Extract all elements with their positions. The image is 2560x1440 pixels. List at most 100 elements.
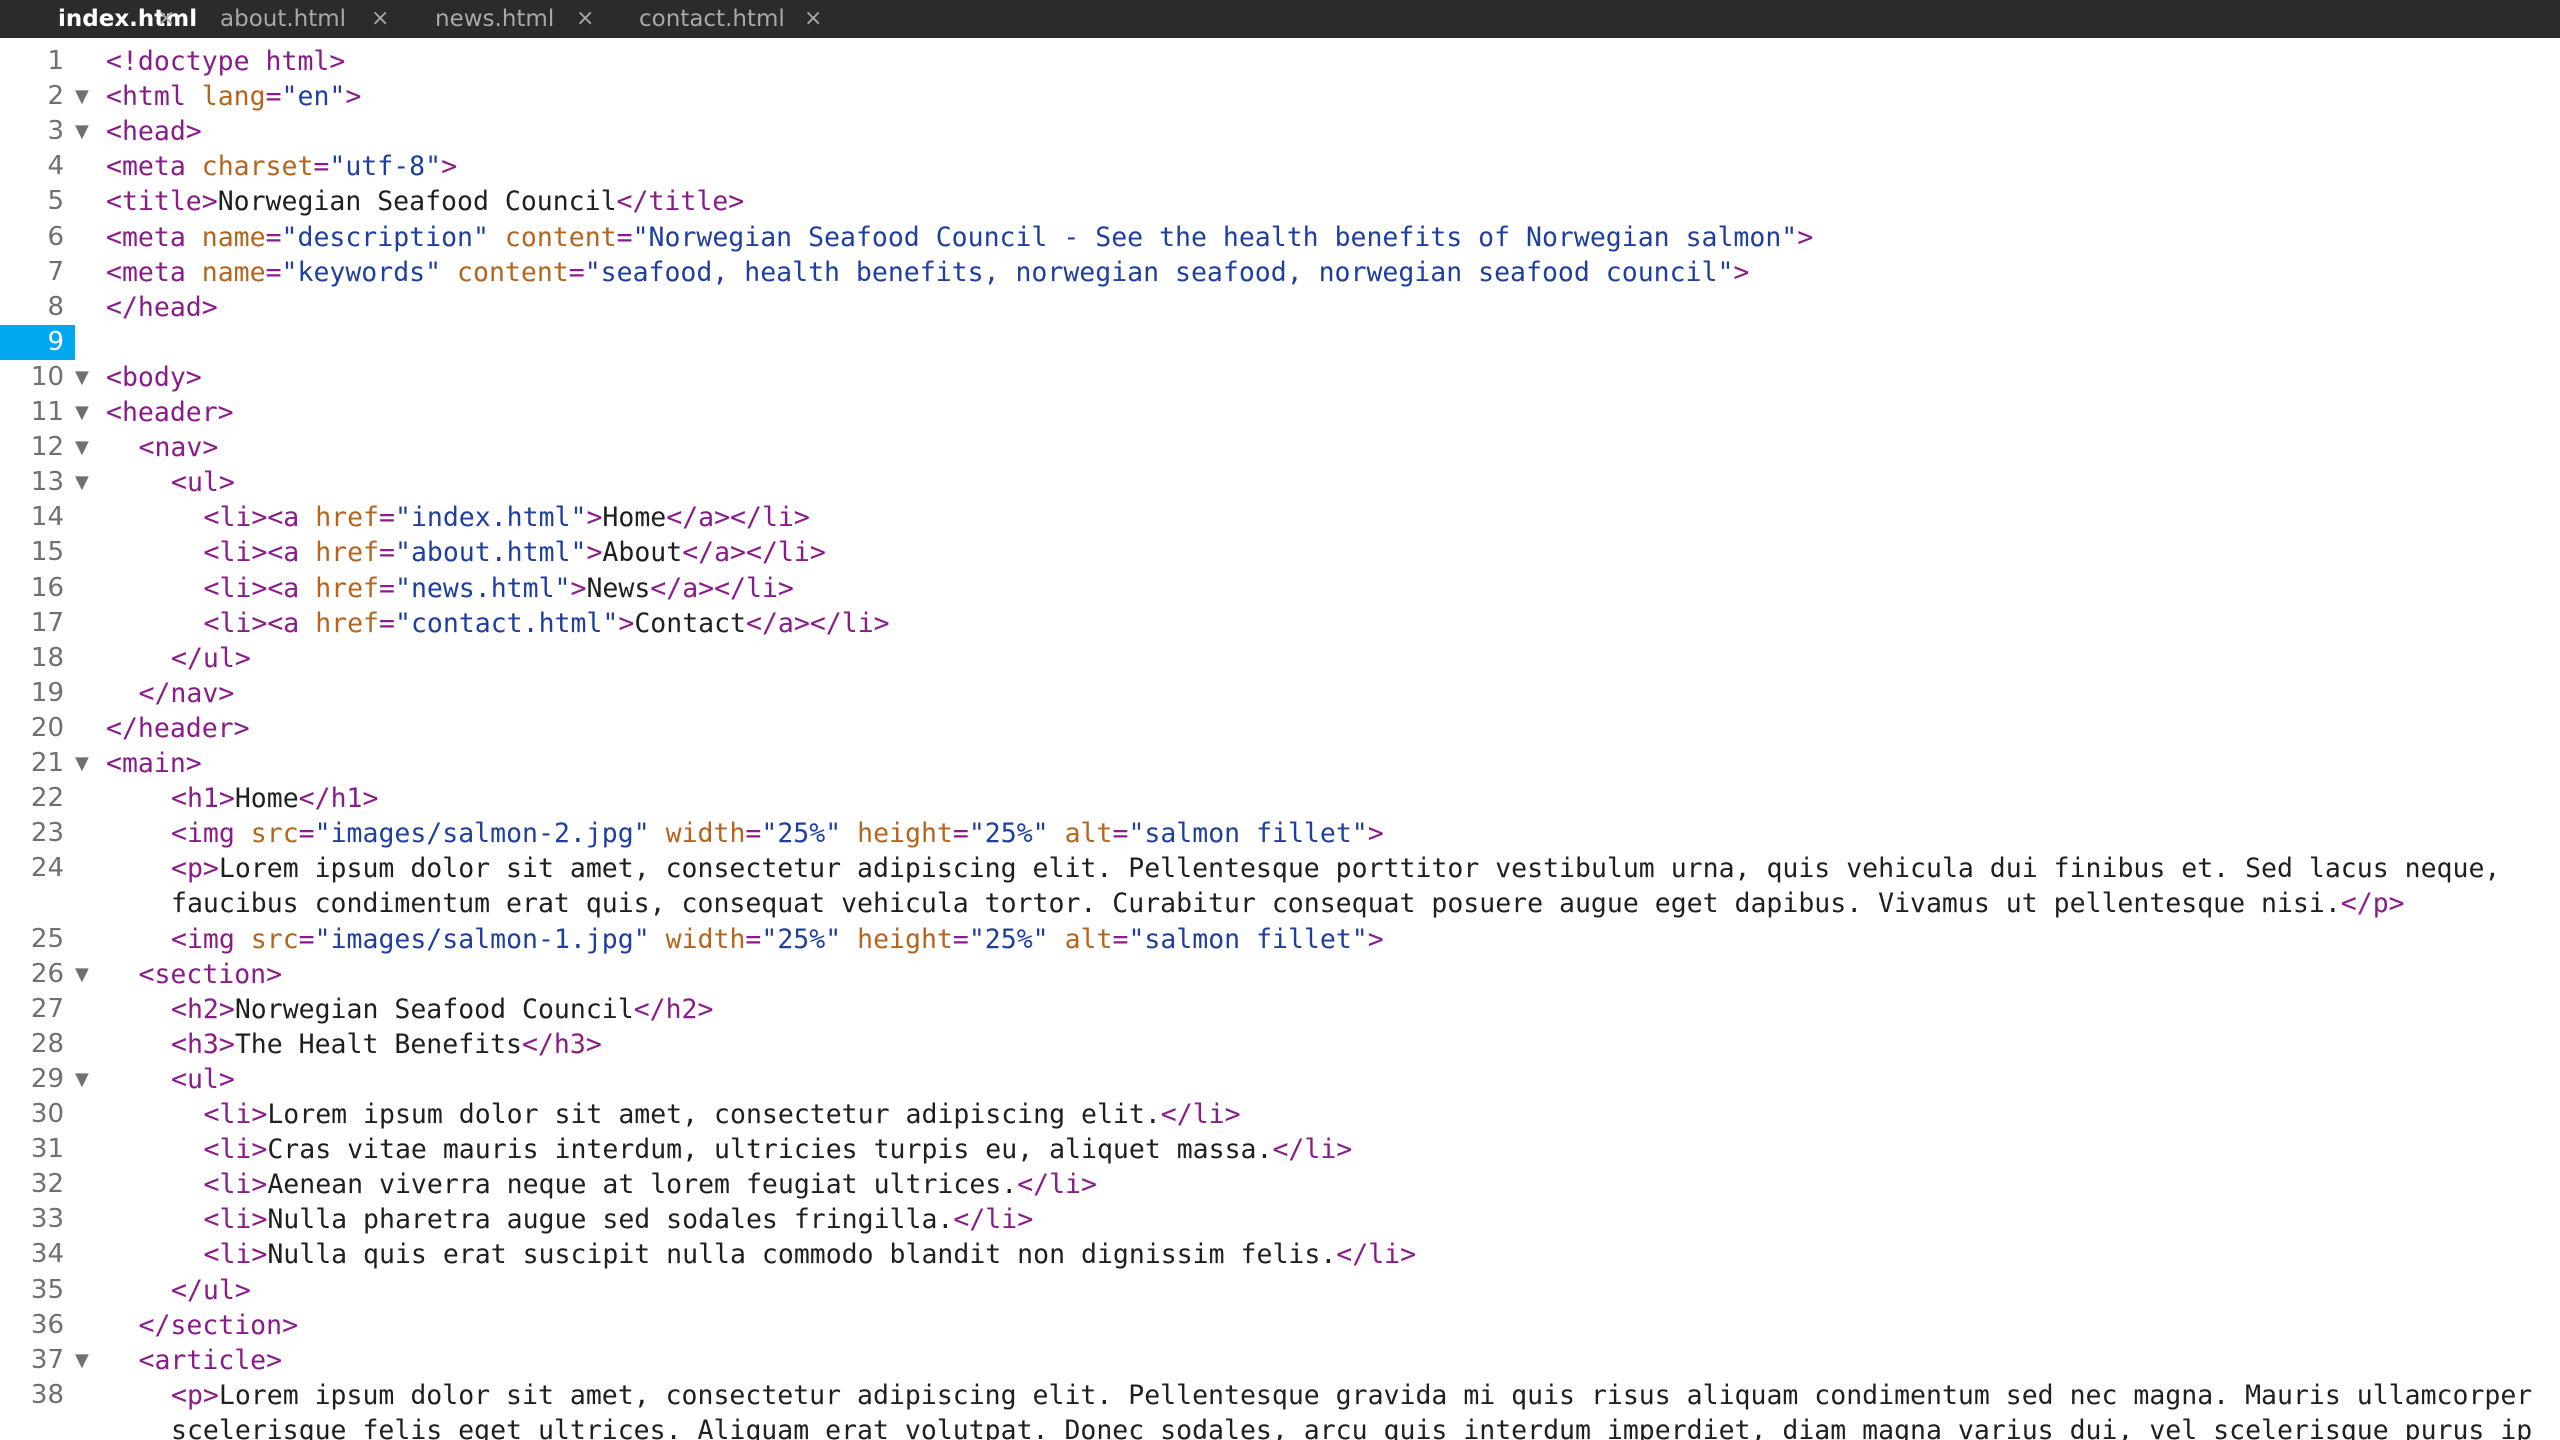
fold-arrow-icon[interactable]: ▼ [75, 79, 95, 114]
attribute-token: name [202, 257, 266, 288]
string-token: "25%" [969, 818, 1049, 849]
code-line[interactable]: 15<li><a href="about.html">About</a></li… [0, 535, 2560, 570]
code-line[interactable]: 13▼<ul> [0, 465, 2560, 500]
line-number: 12 [0, 430, 64, 465]
code-line[interactable]: 34<li>Nulla quis erat suscipit nulla com… [0, 1237, 2560, 1272]
fold-arrow-icon[interactable]: ▼ [75, 465, 95, 500]
close-icon[interactable]: × [576, 0, 594, 38]
tag-token: </li> [1017, 1169, 1097, 1200]
tab-contact[interactable]: contact.html× [639, 0, 826, 38]
tag-token: > [570, 573, 586, 604]
tag-token: > [618, 608, 634, 639]
attribute-token: content [457, 257, 569, 288]
code-text: <h3>The Healt Benefits</h3> [171, 1027, 602, 1062]
code-text: <img src="images/salmon-1.jpg" width="25… [171, 922, 1384, 957]
code-line[interactable]: 12▼<nav> [0, 430, 2560, 465]
code-line[interactable]: 9 [0, 325, 2560, 360]
code-line[interactable]: 23<img src="images/salmon-2.jpg" width="… [0, 816, 2560, 851]
line-number: 35 [0, 1273, 64, 1308]
code-line[interactable]: 11▼<header> [0, 395, 2560, 430]
code-line[interactable]: 21▼<main> [0, 746, 2560, 781]
tag-token [441, 257, 457, 288]
code-line[interactable]: 16<li><a href="news.html">News</a></li> [0, 571, 2560, 606]
code-text: <p>Lorem ipsum dolor sit amet, consectet… [171, 851, 2500, 886]
string-token: "news.html" [395, 573, 571, 604]
code-text: <p>Lorem ipsum dolor sit amet, consectet… [171, 1378, 2532, 1413]
string-token: "images/salmon-2.jpg" [315, 818, 650, 849]
close-icon[interactable]: × [804, 0, 822, 38]
fold-arrow-icon[interactable]: ▼ [75, 746, 95, 781]
code-line[interactable]: 32<li>Aenean viverra neque at lorem feug… [0, 1167, 2560, 1202]
tag-token: <main> [106, 748, 202, 779]
tab-about[interactable]: about.html× [220, 0, 393, 38]
attribute-token: lang [202, 81, 266, 112]
code-line[interactable]: 8</head> [0, 290, 2560, 325]
tab-index[interactable]: index.html× [58, 0, 179, 38]
fold-arrow-icon[interactable]: ▼ [75, 360, 95, 395]
fold-arrow-icon[interactable]: ▼ [75, 114, 95, 149]
text-token: News [586, 573, 650, 604]
code-line[interactable]: 20</header> [0, 711, 2560, 746]
code-line[interactable]: 19</nav> [0, 676, 2560, 711]
tag-token: > [1368, 924, 1384, 955]
tag-token: <section> [139, 959, 283, 990]
tag-token: </li> [1336, 1239, 1416, 1270]
string-token: "utf-8" [329, 151, 441, 182]
tag-token: = [745, 924, 761, 955]
code-line[interactable]: 37▼<article> [0, 1343, 2560, 1378]
code-line[interactable]: 35</ul> [0, 1273, 2560, 1308]
attribute-token: charset [202, 151, 314, 182]
line-number: 25 [0, 922, 64, 957]
code-text: <!doctype html> [106, 44, 345, 79]
code-line[interactable]: 26▼<section> [0, 957, 2560, 992]
code-line[interactable]: 4<meta charset="utf-8"> [0, 149, 2560, 184]
fold-arrow-icon[interactable]: ▼ [75, 395, 95, 430]
code-line[interactable]: 33<li>Nulla pharetra augue sed sodales f… [0, 1202, 2560, 1237]
code-line[interactable]: 30<li>Lorem ipsum dolor sit amet, consec… [0, 1097, 2560, 1132]
code-line[interactable]: 18</ul> [0, 641, 2560, 676]
line-number: 30 [0, 1097, 64, 1132]
fold-arrow-icon[interactable]: ▼ [75, 957, 95, 992]
code-line[interactable]: 3▼<head> [0, 114, 2560, 149]
string-token: "description" [282, 222, 489, 253]
line-number: 38 [0, 1378, 64, 1413]
code-line[interactable]: 22<h1>Home</h1> [0, 781, 2560, 816]
line-number: 10 [0, 360, 64, 395]
code-line[interactable]: 25 <img src="images/salmon-1.jpg" width="… [0, 922, 2560, 957]
string-token: "25%" [761, 924, 841, 955]
attribute-token: src [251, 924, 299, 955]
code-line[interactable]: 10▼<body> [0, 360, 2560, 395]
code-line[interactable]: scelerisque felis eget ultrices. Aliquam… [0, 1413, 2560, 1440]
text-token: Norwegian Seafood Council [235, 994, 634, 1025]
tab-news[interactable]: news.html× [435, 0, 598, 38]
code-text: <h2>Norwegian Seafood Council</h2> [171, 992, 713, 1027]
attribute-token: src [251, 818, 299, 849]
close-icon[interactable]: × [157, 0, 175, 38]
tag-token: = [299, 924, 315, 955]
code-line[interactable]: 6<meta name="description" content="Norwe… [0, 220, 2560, 255]
line-number: 11 [0, 395, 64, 430]
code-line[interactable]: 17<li><a href="contact.html">Contact</a>… [0, 606, 2560, 641]
code-line[interactable]: 38 <p>Lorem ipsum dolor sit amet, consect… [0, 1378, 2560, 1413]
text-token: Lorem ipsum dolor sit amet, consectetur … [219, 1380, 2532, 1411]
code-line[interactable]: 27<h2>Norwegian Seafood Council</h2> [0, 992, 2560, 1027]
code-text: <meta charset="utf-8"> [106, 149, 457, 184]
close-icon[interactable]: × [371, 0, 389, 38]
code-line[interactable]: 2▼<html lang="en"> [0, 79, 2560, 114]
code-line[interactable]: 14<li><a href="index.html">Home</a></li> [0, 500, 2560, 535]
code-editor[interactable]: 1<!doctype html>2▼<html lang="en">3▼<hea… [0, 38, 2560, 1440]
code-line[interactable]: 5<title>Norwegian Seafood Council</title… [0, 184, 2560, 219]
fold-arrow-icon[interactable]: ▼ [75, 1062, 95, 1097]
code-line[interactable]: 36</section> [0, 1308, 2560, 1343]
attribute-token: name [202, 222, 266, 253]
code-line[interactable]: faucibus condimentum erat quis, consequa… [0, 886, 2560, 921]
code-line[interactable]: 31<li>Cras vitae mauris interdum, ultric… [0, 1132, 2560, 1167]
code-line[interactable]: 28<h3>The Healt Benefits</h3> [0, 1027, 2560, 1062]
code-line[interactable]: 24<p>Lorem ipsum dolor sit amet, consect… [0, 851, 2560, 886]
code-line[interactable]: 29▼<ul> [0, 1062, 2560, 1097]
code-line[interactable]: 7<meta name="keywords" content="seafood,… [0, 255, 2560, 290]
fold-arrow-icon[interactable]: ▼ [75, 1343, 95, 1378]
code-line[interactable]: 1<!doctype html> [0, 44, 2560, 79]
fold-arrow-icon[interactable]: ▼ [75, 430, 95, 465]
tag-token: </a></li> [650, 573, 794, 604]
